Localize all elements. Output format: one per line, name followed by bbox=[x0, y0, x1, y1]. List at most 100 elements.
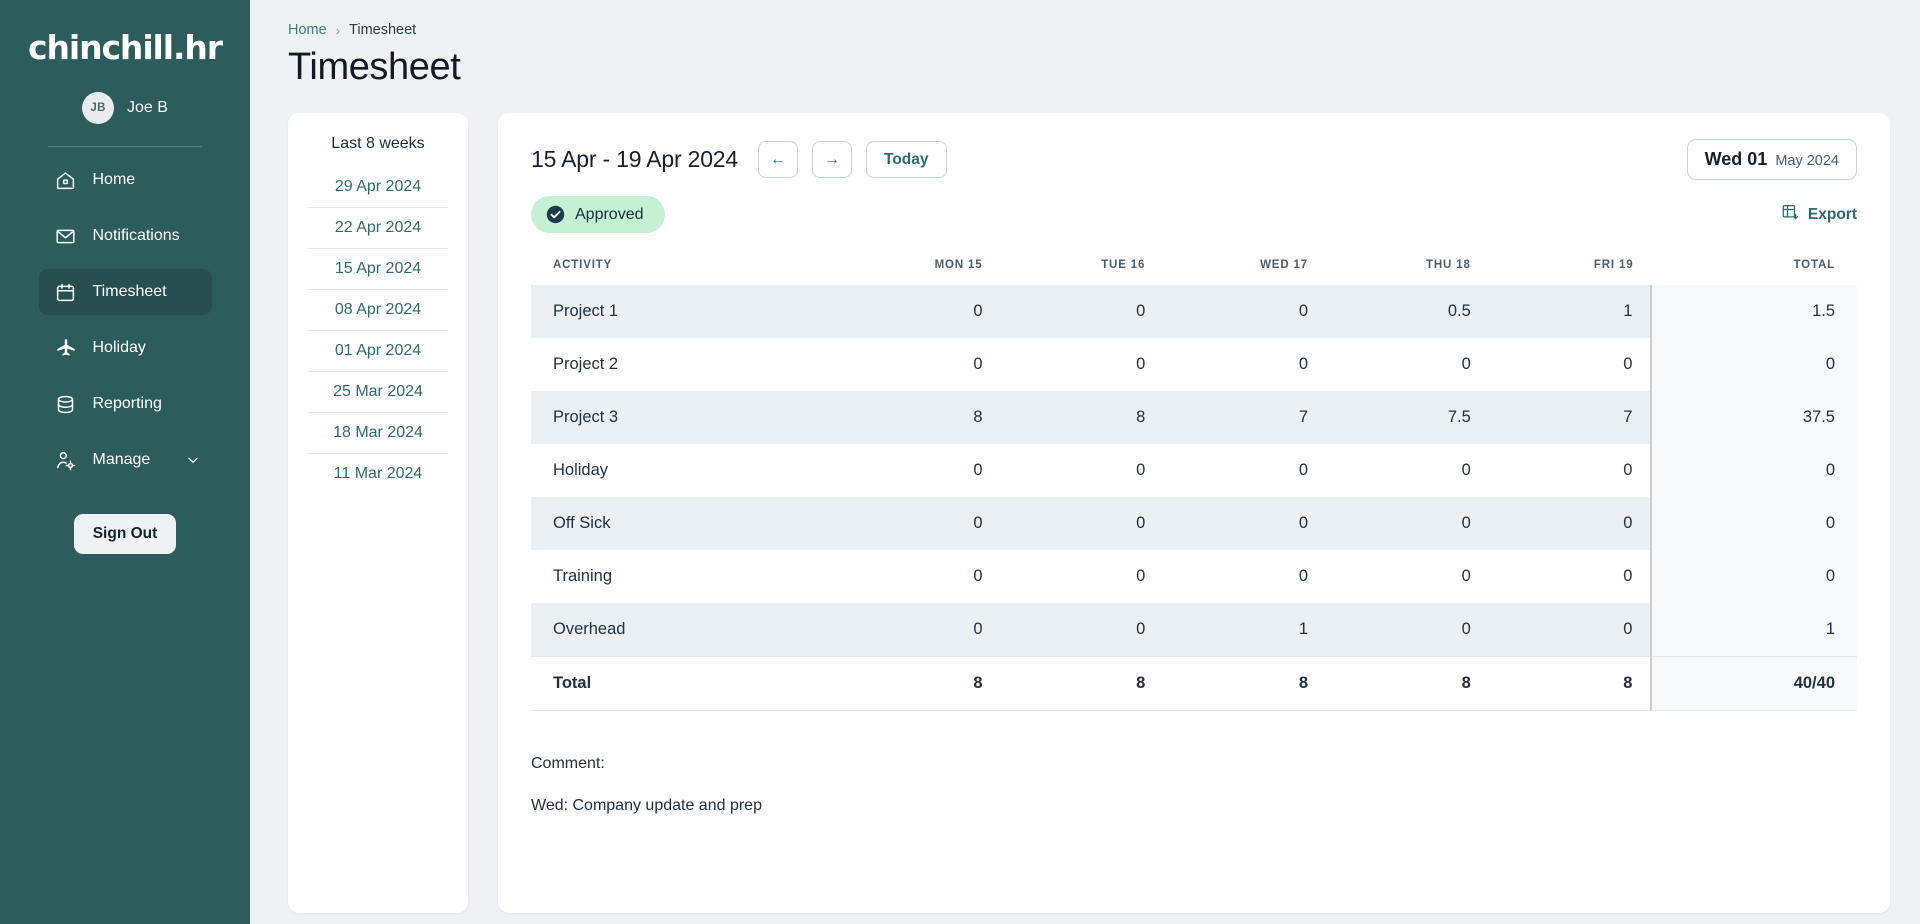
cell-tue[interactable]: 0 bbox=[1000, 603, 1164, 657]
cell-thu[interactable]: 0 bbox=[1326, 444, 1489, 497]
cell-tue[interactable]: 0 bbox=[1000, 497, 1164, 550]
week-list-item[interactable]: 18 Mar 2024 bbox=[308, 413, 448, 454]
export-button[interactable]: Export bbox=[1781, 203, 1857, 226]
main-content: Home › Timesheet Timesheet Last 8 weeks … bbox=[250, 0, 1920, 924]
sidebar-item-manage[interactable]: Manage bbox=[39, 437, 212, 483]
cell-total-mon: 8 bbox=[837, 656, 1001, 711]
table-row[interactable]: Off Sick 0 0 0 0 0 0 bbox=[531, 497, 1857, 550]
cell-fri[interactable]: 0 bbox=[1489, 338, 1652, 391]
status-badge: Approved bbox=[531, 196, 665, 233]
cell-mon[interactable]: 0 bbox=[838, 550, 1001, 603]
cell-wed[interactable]: 0 bbox=[1163, 550, 1326, 603]
sidebar-item-label: Manage bbox=[92, 451, 151, 469]
sidebar-item-reporting[interactable]: Reporting bbox=[39, 381, 212, 427]
breadcrumb-current: Timesheet bbox=[349, 22, 417, 38]
cell-wed[interactable]: 0 bbox=[1163, 338, 1326, 391]
sidebar-item-holiday[interactable]: Holiday bbox=[39, 325, 212, 371]
cell-wed[interactable]: 0 bbox=[1163, 497, 1327, 550]
cell-thu[interactable]: 0 bbox=[1326, 550, 1489, 603]
check-circle-icon bbox=[546, 205, 565, 224]
next-week-button[interactable]: → bbox=[812, 141, 852, 178]
current-date-pill[interactable]: Wed 01 May 2024 bbox=[1686, 139, 1857, 180]
cell-mon[interactable]: 8 bbox=[837, 391, 1001, 444]
status-badge-label: Approved bbox=[575, 205, 644, 223]
cell-wed[interactable]: 1 bbox=[1163, 603, 1327, 657]
app-root: chinchill.hr JB Joe B Home Notifications… bbox=[0, 0, 1920, 924]
cell-mon[interactable]: 0 bbox=[838, 338, 1001, 391]
table-row[interactable]: Overhead 0 0 1 0 0 1 bbox=[531, 603, 1857, 657]
cell-wed[interactable]: 0 bbox=[1163, 444, 1326, 497]
breadcrumb-separator-icon: › bbox=[335, 22, 341, 38]
cell-wed[interactable]: 7 bbox=[1163, 391, 1327, 444]
cell-fri[interactable]: 0 bbox=[1488, 497, 1652, 550]
home-icon bbox=[55, 169, 77, 191]
cell-thu[interactable]: 0 bbox=[1326, 603, 1489, 657]
sidebar-divider bbox=[48, 146, 202, 148]
week-list-item[interactable]: 29 Apr 2024 bbox=[308, 167, 448, 208]
table-row[interactable]: Training 0 0 0 0 0 0 bbox=[531, 550, 1857, 603]
table-row[interactable]: Holiday 0 0 0 0 0 0 bbox=[531, 444, 1857, 497]
cell-activity: Project 2 bbox=[553, 355, 619, 373]
cell-total-wed: 8 bbox=[1163, 656, 1327, 711]
cell-total: 0 bbox=[1650, 550, 1857, 603]
cell-tue[interactable]: 0 bbox=[1001, 550, 1164, 603]
cell-wed[interactable]: 0 bbox=[1163, 285, 1327, 338]
week-list-item[interactable]: 01 Apr 2024 bbox=[308, 331, 448, 372]
column-header-total: TOTAL bbox=[1793, 259, 1835, 271]
cell-fri[interactable]: 0 bbox=[1489, 444, 1652, 497]
cell-thu[interactable]: 0.5 bbox=[1326, 285, 1489, 338]
today-button[interactable]: Today bbox=[866, 141, 947, 178]
sign-out-button[interactable]: Sign Out bbox=[73, 514, 177, 555]
week-list-item[interactable]: 25 Mar 2024 bbox=[308, 372, 448, 413]
cell-mon[interactable]: 0 bbox=[838, 444, 1001, 497]
sidebar-item-label: Home bbox=[92, 171, 136, 189]
week-list-item[interactable]: 15 Apr 2024 bbox=[308, 249, 448, 290]
cell-fri[interactable]: 0 bbox=[1488, 603, 1652, 657]
sidebar-item-label: Notifications bbox=[92, 227, 180, 245]
cell-tue[interactable]: 0 bbox=[1001, 444, 1164, 497]
timesheet-table-body: Project 1 0 0 0 0.5 1 1.5 Project 2 0 0 bbox=[531, 285, 1857, 711]
column-header-tue: TUE 16 bbox=[1101, 259, 1146, 271]
column-header-fri: FRI 19 bbox=[1593, 259, 1634, 271]
cell-activity: Overhead bbox=[531, 603, 838, 657]
cell-fri[interactable]: 1 bbox=[1488, 285, 1652, 338]
sidebar-item-home[interactable]: Home bbox=[39, 157, 212, 203]
user-profile[interactable]: JB Joe B bbox=[82, 92, 168, 125]
cell-tue[interactable]: 8 bbox=[1000, 391, 1164, 444]
cell-fri[interactable]: 0 bbox=[1489, 550, 1652, 603]
cell-tue[interactable]: 0 bbox=[1000, 285, 1164, 338]
timesheet-table-head: ACTIVITY MON 15 TUE 16 WED 17 THU 18 FRI… bbox=[531, 249, 1857, 285]
comment-text: Wed: Company update and prep bbox=[531, 797, 762, 814]
chevron-down-icon[interactable] bbox=[186, 453, 200, 467]
content-area: Last 8 weeks 29 Apr 2024 22 Apr 2024 15 … bbox=[288, 113, 1890, 913]
cell-total: 0 bbox=[1650, 444, 1857, 497]
sidebar-item-notifications[interactable]: Notifications bbox=[39, 213, 212, 259]
table-row[interactable]: Project 3 8 8 7 7.5 7 37.5 bbox=[531, 391, 1857, 444]
cell-fri[interactable]: 7 bbox=[1488, 391, 1652, 444]
table-row[interactable]: Project 2 0 0 0 0 0 0 bbox=[531, 338, 1857, 391]
cell-thu[interactable]: 0 bbox=[1326, 338, 1489, 391]
previous-week-button[interactable]: ← bbox=[758, 141, 798, 178]
current-date-month-year: May 2024 bbox=[1775, 153, 1839, 169]
weeks-panel: Last 8 weeks 29 Apr 2024 22 Apr 2024 15 … bbox=[288, 113, 468, 913]
week-list-item[interactable]: 11 Mar 2024 bbox=[308, 454, 448, 494]
cell-mon[interactable]: 0 bbox=[837, 603, 1001, 657]
week-list-item[interactable]: 08 Apr 2024 bbox=[308, 290, 448, 331]
cell-thu[interactable]: 7.5 bbox=[1326, 391, 1489, 444]
cell-total: 37.5 bbox=[1650, 391, 1857, 444]
breadcrumb: Home › Timesheet bbox=[288, 22, 1890, 38]
cell-tue[interactable]: 0 bbox=[1001, 338, 1164, 391]
page-title: Timesheet bbox=[288, 46, 461, 88]
column-header-thu: THU 18 bbox=[1426, 259, 1471, 271]
export-button-label: Export bbox=[1807, 205, 1857, 223]
airplane-icon bbox=[55, 337, 77, 359]
cell-total-label: Total bbox=[531, 656, 838, 711]
breadcrumb-home-link[interactable]: Home bbox=[288, 22, 327, 38]
cell-thu[interactable]: 0 bbox=[1326, 497, 1489, 550]
sidebar-item-timesheet[interactable]: Timesheet bbox=[38, 269, 212, 316]
cell-mon[interactable]: 0 bbox=[837, 285, 1001, 338]
cell-mon[interactable]: 0 bbox=[837, 497, 1001, 550]
table-row[interactable]: Project 1 0 0 0 0.5 1 1.5 bbox=[531, 285, 1857, 338]
week-list-item[interactable]: 22 Apr 2024 bbox=[308, 208, 448, 249]
date-range-title: 15 Apr - 19 Apr 2024 bbox=[531, 146, 738, 172]
